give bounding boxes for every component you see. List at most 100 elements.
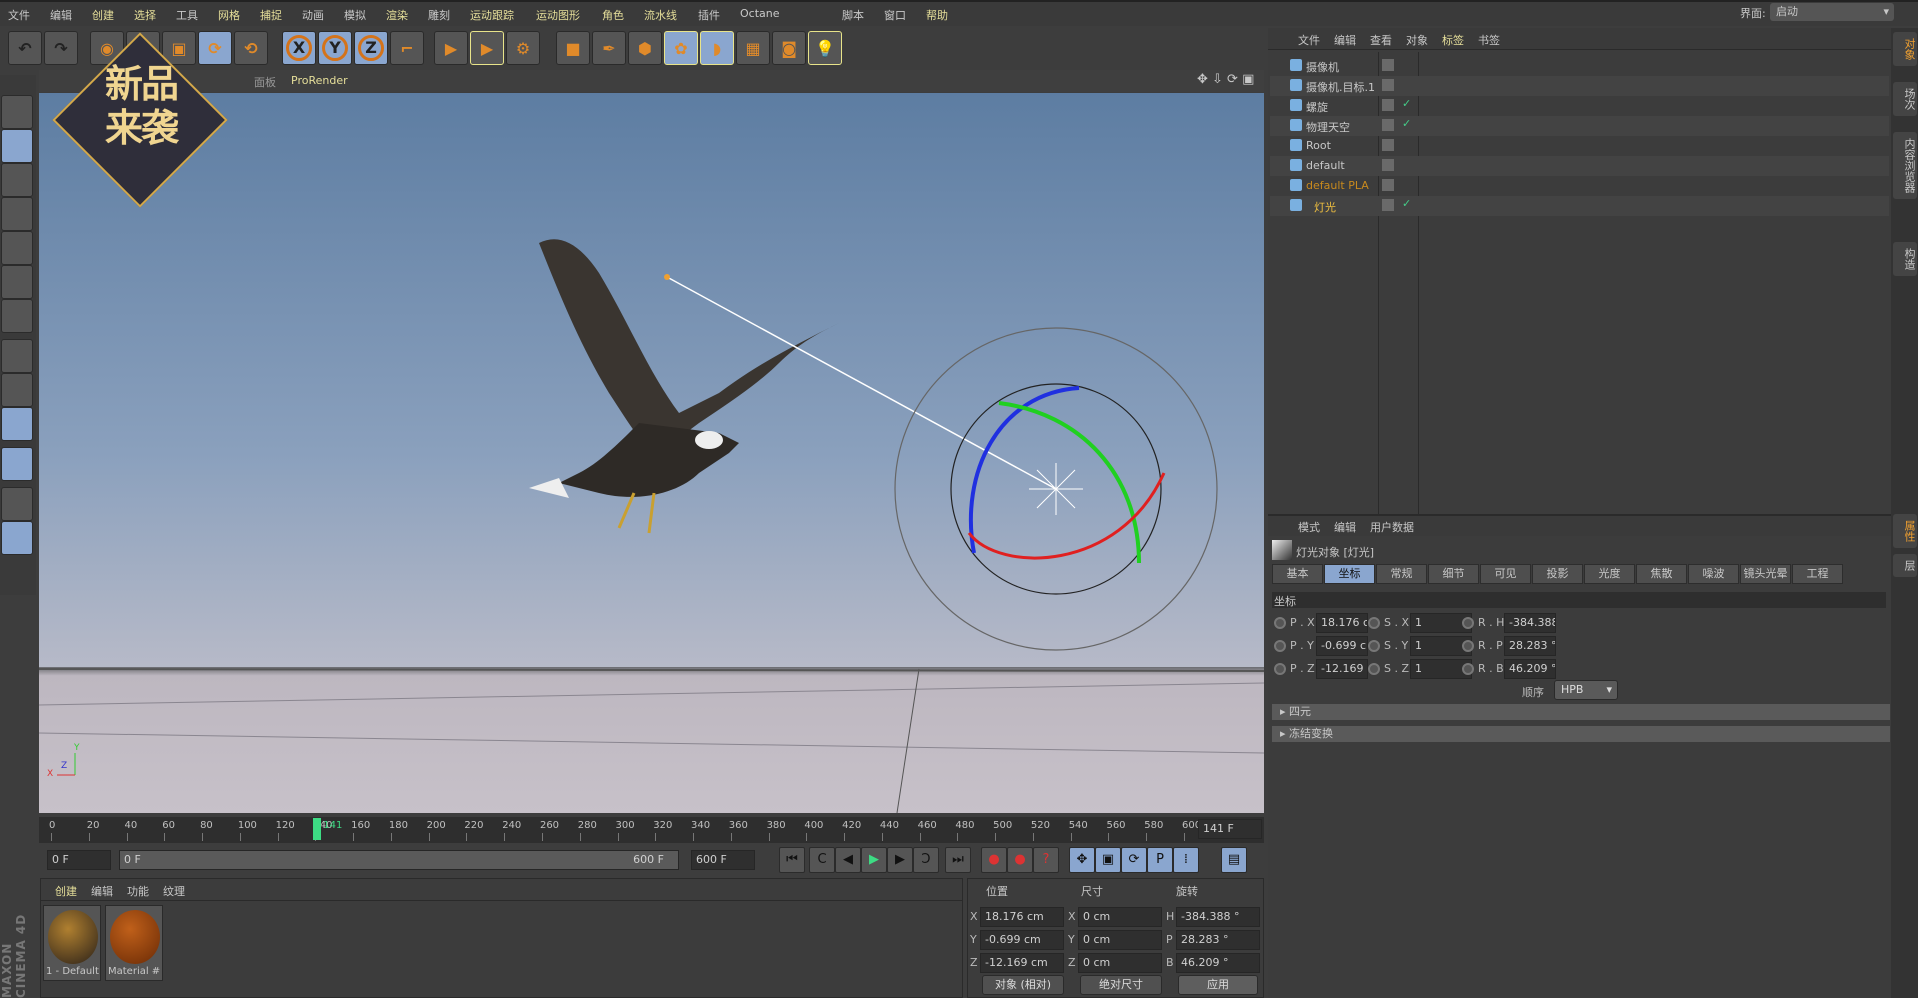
viewport-nav-icons[interactable]: ✥ ⇩ ⟳ ▣: [1197, 72, 1254, 87]
mode-tool-workplane[interactable]: [1, 163, 33, 197]
start-frame-field[interactable]: 0 F: [47, 850, 111, 870]
menu-10[interactable]: 雕刻: [428, 7, 450, 23]
object-row[interactable]: 摄像机: [1270, 56, 1889, 76]
go-start-button[interactable]: ⏮: [779, 847, 805, 873]
object-row[interactable]: default: [1270, 156, 1889, 176]
object-row[interactable]: 灯光 ✓: [1270, 196, 1889, 216]
tab-7[interactable]: 焦散: [1636, 564, 1687, 584]
side-tab-3[interactable]: 构造: [1893, 242, 1917, 276]
menu-6[interactable]: 捕捉: [260, 7, 282, 23]
side-tab2-1[interactable]: 层: [1893, 554, 1917, 577]
light-icon[interactable]: 💡: [808, 31, 842, 65]
visibility-toggle[interactable]: [1382, 199, 1394, 211]
play-button[interactable]: ▶: [861, 847, 887, 873]
timeline-window-button[interactable]: ▤: [1221, 847, 1247, 873]
keyframe-selection-button[interactable]: ?: [1033, 847, 1059, 873]
coord-size-dropdown[interactable]: 绝对尺寸: [1080, 975, 1162, 995]
menu-14[interactable]: 流水线: [644, 7, 677, 23]
camera-icon[interactable]: ◙: [772, 31, 806, 65]
om-menu-0[interactable]: 文件: [1298, 32, 1320, 48]
layout-dropdown[interactable]: 启动 ▾: [1770, 3, 1894, 21]
timeline[interactable]: 0 20 40 60 80 100 120 140 160 180 200 220 240 260 280 3…: [39, 817, 1264, 843]
value-field[interactable]: 46.209 °: [1504, 659, 1556, 679]
material-menu-2[interactable]: 功能: [127, 883, 149, 899]
visibility-toggle[interactable]: [1382, 59, 1394, 71]
coord-value-field[interactable]: 18.176 cm: [980, 907, 1064, 927]
undo-icon[interactable]: ↶: [8, 31, 42, 65]
subdivision-icon[interactable]: ⬢: [628, 31, 662, 65]
tab-3[interactable]: 细节: [1428, 564, 1479, 584]
object-row[interactable]: Root: [1270, 136, 1889, 156]
value-field[interactable]: -384.388 °: [1504, 613, 1556, 633]
pen-icon[interactable]: ✒: [592, 31, 626, 65]
x-axis-icon[interactable]: X: [282, 31, 316, 65]
coord-value-field[interactable]: 0 cm: [1078, 907, 1162, 927]
menu-13[interactable]: 角色: [602, 7, 624, 23]
menu-12[interactable]: 运动图形: [536, 7, 580, 23]
menu-18[interactable]: 窗口: [884, 7, 906, 23]
material-menu-0[interactable]: 创建: [55, 883, 77, 899]
tab-0[interactable]: 基本: [1272, 564, 1323, 584]
mode-tool-texture[interactable]: [1, 129, 33, 163]
enabled-check-icon[interactable]: ✓: [1402, 117, 1411, 130]
tab-8[interactable]: 噪波: [1688, 564, 1739, 584]
viewport-menu-prorender[interactable]: ProRender: [291, 74, 348, 87]
material-menu-3[interactable]: 纹理: [163, 883, 185, 899]
side-tab-0[interactable]: 对象: [1893, 32, 1917, 66]
apply-button[interactable]: 应用: [1178, 975, 1258, 995]
order-dropdown[interactable]: HPB ▾: [1554, 680, 1618, 700]
om-menu-1[interactable]: 编辑: [1334, 32, 1356, 48]
menu-11[interactable]: 运动跟踪: [470, 7, 514, 23]
current-frame-field[interactable]: 141 F: [1198, 819, 1262, 839]
am-menu-2[interactable]: 用户数据: [1370, 519, 1414, 535]
object-row[interactable]: 螺旋 ✓: [1270, 96, 1889, 116]
om-menu-2[interactable]: 查看: [1370, 32, 1392, 48]
tab-4[interactable]: 可见: [1480, 564, 1531, 584]
next-frame-button[interactable]: ▶: [887, 847, 913, 873]
key-rotation-button[interactable]: ⟳: [1121, 847, 1147, 873]
y-axis-icon[interactable]: Y: [318, 31, 352, 65]
radio-button[interactable]: [1462, 663, 1474, 675]
frame-range-slider[interactable]: 0 F 600 F: [119, 850, 679, 870]
z-axis-icon[interactable]: Z: [354, 31, 388, 65]
go-end-button[interactable]: ⏭: [945, 847, 971, 873]
menu-15[interactable]: 插件: [698, 7, 720, 23]
radio-button[interactable]: [1274, 640, 1286, 652]
mode-tool-edges[interactable]: [1, 231, 33, 265]
deformer-icon[interactable]: ◗: [700, 31, 734, 65]
coord-value-field[interactable]: -12.169 cm: [980, 953, 1064, 973]
mode-tool-object-axis[interactable]: [1, 299, 33, 333]
render-view-icon[interactable]: ▶: [434, 31, 468, 65]
radio-button[interactable]: [1274, 617, 1286, 629]
menu-17[interactable]: 脚本: [842, 7, 864, 23]
tab-9[interactable]: 镜头光晕: [1740, 564, 1791, 584]
visibility-toggle[interactable]: [1382, 179, 1394, 191]
tab-2[interactable]: 常规: [1376, 564, 1427, 584]
am-menu-1[interactable]: 编辑: [1334, 519, 1356, 535]
cloner-icon[interactable]: ✿: [664, 31, 698, 65]
render-settings-icon[interactable]: ⚙: [506, 31, 540, 65]
radio-button[interactable]: [1274, 663, 1286, 675]
radio-button[interactable]: [1368, 617, 1380, 629]
autokey-button[interactable]: ●: [1007, 847, 1033, 873]
side-tab-1[interactable]: 场次: [1893, 82, 1917, 116]
radio-button[interactable]: [1368, 640, 1380, 652]
menu-0[interactable]: 文件: [8, 7, 30, 23]
key-param-button[interactable]: P: [1147, 847, 1173, 873]
prev-key-button[interactable]: C: [809, 847, 835, 873]
tab-5[interactable]: 投影: [1532, 564, 1583, 584]
visibility-toggle[interactable]: [1382, 159, 1394, 171]
object-row[interactable]: 物理天空 ✓: [1270, 116, 1889, 136]
om-menu-5[interactable]: 书签: [1478, 32, 1500, 48]
mode-tool-magnet[interactable]: [1, 447, 33, 481]
material-menu-1[interactable]: 编辑: [91, 883, 113, 899]
key-pla-button[interactable]: ⁞: [1173, 847, 1199, 873]
material-thumbnail[interactable]: 1 - Default: [43, 905, 101, 981]
mode-tool-planar[interactable]: [1, 521, 33, 555]
floor-icon[interactable]: ▦: [736, 31, 770, 65]
side-tab-2[interactable]: 内容浏览器: [1893, 132, 1917, 199]
menu-9[interactable]: 渲染: [386, 7, 408, 23]
radio-button[interactable]: [1462, 640, 1474, 652]
enabled-check-icon[interactable]: ✓: [1402, 197, 1411, 210]
mode-tool-lock-workplane[interactable]: [1, 487, 33, 521]
